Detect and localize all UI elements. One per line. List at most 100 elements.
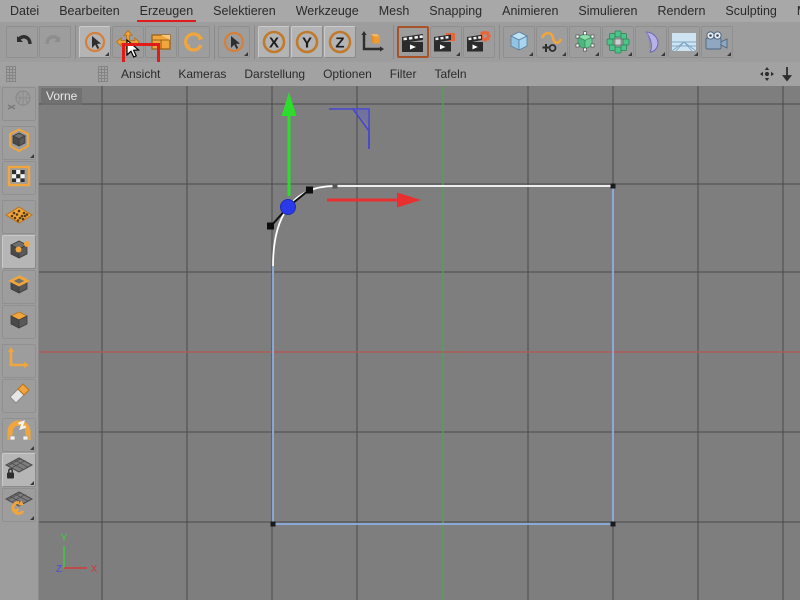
svg-text:Y: Y [302,35,312,52]
panel-grip-handle[interactable] [6,66,16,82]
zoom-view-icon[interactable] [778,65,796,83]
menu-item-selektieren[interactable]: Selektieren [203,0,286,22]
axis-z-icon: Z [327,29,353,55]
render-region-button[interactable] [430,26,462,58]
menu-item-mesh[interactable]: Mesh [369,0,420,22]
world-object-coords-icon [360,30,386,54]
axis-modify-icon [6,346,32,377]
more-options-corner[interactable] [661,52,665,56]
viewport-grip-handle[interactable] [98,66,108,82]
sidebar-item-magnet[interactable] [2,418,36,452]
more-options-corner[interactable] [562,52,566,56]
sidebar-item-polygon-fill-mode[interactable] [2,305,36,339]
deformer-button[interactable] [635,26,667,58]
render-settings-button[interactable] [463,26,495,58]
more-options-corner[interactable] [628,52,632,56]
magnet-icon [5,419,33,451]
cube-primitive-button[interactable] [503,26,535,58]
coordinate-system-button[interactable] [357,26,389,58]
axis-label-y: Y [61,533,68,544]
viewport-menu-kameras[interactable]: Kameras [169,62,235,86]
spline-point-bottom-left [270,521,276,527]
sidebar-item-polygons-mode[interactable] [2,270,36,304]
menu-item-snapping[interactable]: Snapping [419,0,492,22]
spline-point-bottom-right [610,521,616,527]
pan-view-icon[interactable] [758,65,776,83]
more-options-corner[interactable] [456,52,460,56]
menu-item-mograph[interactable]: MoGraph [787,0,800,22]
axis-x-button[interactable]: X [258,26,290,58]
more-options-corner[interactable] [727,52,731,56]
sidebar-item-axis-modify[interactable] [2,344,36,378]
environment-button[interactable] [668,26,700,58]
menu-item-erzeugen[interactable]: Erzeugen [130,0,204,22]
spline-point-curve-end [332,183,338,189]
menu-item-rendern[interactable]: Rendern [647,0,715,22]
sidebar-item-model-mode[interactable] [2,126,36,160]
menu-item-animieren[interactable]: Animieren [492,0,568,22]
undo-icon [10,31,34,53]
more-options-corner[interactable] [30,481,34,485]
more-options-corner[interactable] [244,52,248,56]
viewport-menu-ansicht[interactable]: Ansicht [112,62,169,86]
axis-label-z: Z [56,564,62,575]
viewport-menu-filter[interactable]: Filter [381,62,426,86]
sidebar-item-edges-mode[interactable] [2,235,36,269]
menu-item-bearbeiten[interactable]: Bearbeiten [49,0,129,22]
selection-mode-button[interactable] [218,26,250,58]
axis-x-icon: X [261,29,287,55]
axis-y-button[interactable]: Y [291,26,323,58]
sidebar-item-points-mode[interactable] [2,200,36,234]
move-tool-button[interactable] [112,26,144,58]
viewport-menu-darstellung[interactable]: Darstellung [235,62,314,86]
viewport-nav-buttons [756,62,796,86]
more-options-corner[interactable] [105,52,109,56]
redo-button[interactable] [39,26,71,58]
viewport-menu-tafeln[interactable]: Tafeln [425,62,475,86]
more-options-corner[interactable] [30,516,34,520]
sidebar-item-workplane-lock[interactable] [2,453,36,487]
sidebar-item-workplane[interactable] [2,488,36,522]
rotate-tool-button[interactable] [178,26,210,58]
more-options-corner[interactable] [595,52,599,56]
viewport-menu-bar: Ansicht Kameras Darstellung Optionen Fil… [0,62,800,87]
menu-item-werkzeuge[interactable]: Werkzeuge [286,0,369,22]
viewport-menu-optionen[interactable]: Optionen [314,62,381,86]
menu-item-simulieren[interactable]: Simulieren [568,0,647,22]
scale-tool-button[interactable] [145,26,177,58]
sidebar-item-world-axis[interactable] [2,87,36,121]
edges-mode-icon [5,237,33,268]
render-view-icon [401,31,425,53]
render-view-button[interactable] [397,26,429,58]
mograph-button[interactable] [602,26,634,58]
more-options-corner[interactable] [30,446,34,450]
sidebar-item-enable-axis[interactable] [2,379,36,413]
viewport-3d[interactable]: Y Z X Vorne [39,86,800,600]
more-options-corner[interactable] [30,154,34,158]
more-options-corner[interactable] [529,52,533,56]
menu-item-datei[interactable]: Datei [0,0,49,22]
spline-button[interactable] [536,26,568,58]
menu-item-sculpting[interactable]: Sculpting [715,0,786,22]
more-options-corner[interactable] [694,52,698,56]
world-axis-icon [6,89,32,120]
redo-icon [43,31,67,53]
camera-icon [704,31,730,53]
main-menu-bar: Datei Bearbeiten Erzeugen Selektieren We… [0,0,800,23]
toolbar-group-selection [214,25,251,59]
undo-button[interactable] [6,26,38,58]
scale-tool-icon [149,30,173,54]
render-settings-icon [466,31,492,53]
rotate-tool-icon [182,30,206,54]
axis-z-button[interactable]: Z [324,26,356,58]
live-selection-button[interactable] [79,26,111,58]
generator-button[interactable] [569,26,601,58]
sidebar-item-texture-mode[interactable] [2,161,36,195]
camera-button[interactable] [701,26,733,58]
selected-spline-point [280,199,296,215]
select-arrow-icon [222,30,246,54]
viewport-canvas: Y Z X [39,86,800,600]
toolbar-group-transform [75,25,211,59]
main-toolbar: X Y Z [0,22,800,83]
enable-axis-icon [6,381,32,412]
